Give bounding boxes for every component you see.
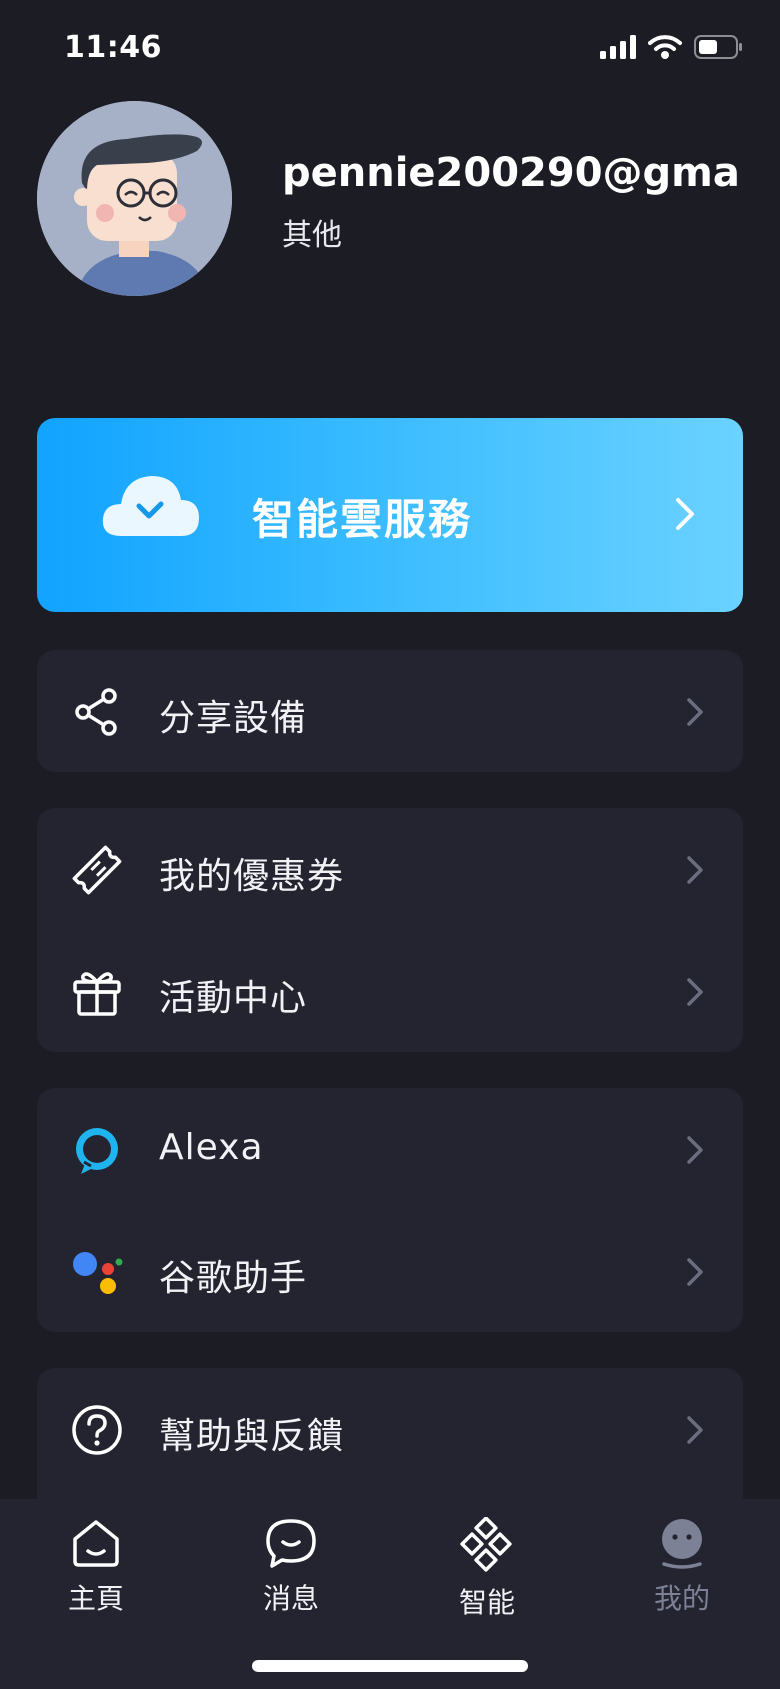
profile-header[interactable]: pennie200290@gmai... 其他 bbox=[0, 100, 780, 300]
promo-card: 我的優惠券 活動中心 bbox=[37, 808, 743, 1052]
profile-email[interactable]: pennie200290@gmai... bbox=[282, 150, 742, 196]
google-assistant-icon bbox=[73, 1252, 123, 1294]
menu-item-share-devices[interactable]: 分享設備 bbox=[37, 650, 743, 772]
chat-bubble-icon bbox=[266, 1519, 316, 1568]
menu-item-alexa[interactable]: Alexa bbox=[37, 1088, 743, 1210]
alexa-icon bbox=[76, 1128, 118, 1174]
menu-item-label: 谷歌助手 bbox=[159, 1258, 308, 1299]
battery-icon bbox=[694, 35, 742, 59]
profile-face-icon bbox=[662, 1519, 702, 1569]
tab-label: 智能 bbox=[458, 1586, 515, 1619]
share-icon bbox=[75, 688, 117, 736]
tab-messages[interactable]: 消息 bbox=[231, 1517, 351, 1617]
menu-item-label: 活動中心 bbox=[159, 978, 308, 1019]
share-card: 分享設備 bbox=[37, 650, 743, 772]
profile-subtitle: 其他 bbox=[282, 218, 342, 253]
status-time: 11:46 bbox=[64, 30, 162, 65]
chevron-right-icon bbox=[687, 856, 703, 884]
chevron-right-icon bbox=[687, 1258, 703, 1286]
menu-item-label: Alexa bbox=[159, 1127, 264, 1168]
cloud-check-icon bbox=[102, 476, 199, 536]
chevron-right-icon bbox=[676, 498, 694, 530]
smart-scenes-icon bbox=[460, 1517, 512, 1572]
menu-item-google-assistant[interactable]: 谷歌助手 bbox=[37, 1210, 743, 1332]
tab-home[interactable]: 主頁 bbox=[36, 1517, 156, 1617]
tab-smart[interactable]: 智能 bbox=[427, 1517, 547, 1621]
tab-me[interactable]: 我的 bbox=[622, 1517, 742, 1617]
wifi-icon bbox=[648, 35, 682, 59]
avatar-illustration bbox=[37, 101, 232, 296]
voice-assistants-card: Alexa 谷歌助手 bbox=[37, 1088, 743, 1332]
cloud-service-banner[interactable]: 智能雲服務 bbox=[37, 418, 743, 612]
chevron-right-icon bbox=[687, 1416, 703, 1444]
chevron-right-icon bbox=[687, 1136, 703, 1164]
tab-label: 我的 bbox=[653, 1582, 710, 1615]
menu-item-coupons[interactable]: 我的優惠券 bbox=[37, 808, 743, 930]
ticket-icon bbox=[72, 845, 122, 895]
home-indicator bbox=[252, 1660, 528, 1672]
menu-item-label: 分享設備 bbox=[159, 698, 308, 739]
help-icon bbox=[72, 1405, 122, 1455]
menu-item-label: 幫助與反饋 bbox=[159, 1416, 345, 1457]
tab-label: 主頁 bbox=[67, 1582, 124, 1615]
status-icons bbox=[600, 34, 744, 60]
avatar[interactable] bbox=[37, 101, 232, 296]
chevron-right-icon bbox=[687, 978, 703, 1006]
chevron-right-icon bbox=[687, 698, 703, 726]
cloud-service-label: 智能雲服務 bbox=[252, 495, 473, 544]
menu-item-label: 我的優惠券 bbox=[159, 856, 345, 897]
home-icon bbox=[73, 1520, 119, 1567]
signal-icon bbox=[600, 35, 636, 59]
tab-label: 消息 bbox=[262, 1582, 319, 1615]
menu-item-help-feedback[interactable]: 幫助與反饋 bbox=[37, 1368, 743, 1490]
menu-item-events[interactable]: 活動中心 bbox=[37, 930, 743, 1052]
gift-icon bbox=[73, 972, 121, 1016]
status-bar: 11:46 bbox=[0, 0, 780, 100]
